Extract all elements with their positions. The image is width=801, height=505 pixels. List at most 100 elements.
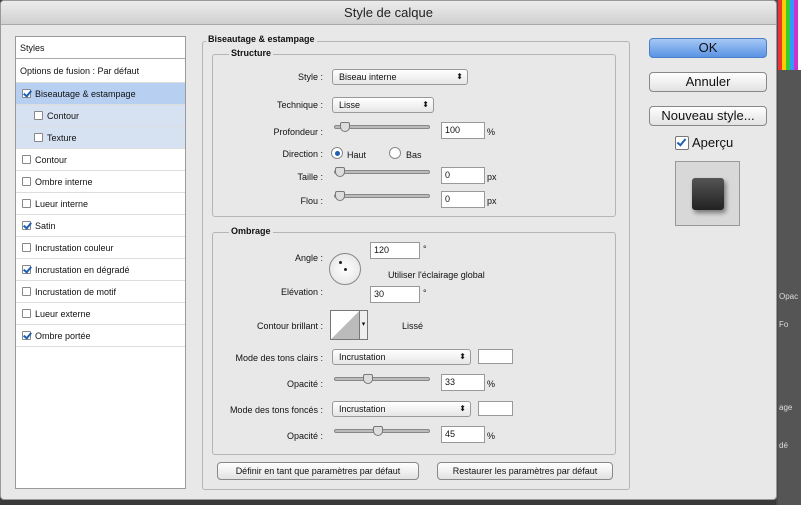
- depth-slider[interactable]: [334, 122, 430, 132]
- style-item-label: Biseautage & estampage: [35, 88, 136, 99]
- highlight-opacity-slider[interactable]: [334, 374, 430, 384]
- updown-icon: ⬍: [422, 100, 429, 109]
- slider-thumb[interactable]: [335, 167, 345, 177]
- updown-icon: ⬍: [456, 72, 463, 81]
- style-checkbox[interactable]: [34, 133, 43, 142]
- style-select[interactable]: Biseau interne ⬍: [332, 69, 468, 85]
- soften-unit: px: [487, 196, 497, 206]
- size-input[interactable]: 0: [441, 167, 485, 184]
- style-item[interactable]: Lueur externe: [16, 303, 185, 325]
- technique-select[interactable]: Lisse ⬍: [332, 97, 434, 113]
- style-item-label: Lueur externe: [35, 308, 91, 319]
- highlight-mode-label: Mode des tons clairs :: [235, 353, 323, 363]
- style-checkbox[interactable]: [22, 309, 31, 318]
- technique-label: Technique :: [276, 100, 323, 110]
- style-label: Style :: [297, 72, 323, 82]
- style-checkbox[interactable]: [22, 221, 31, 230]
- style-item[interactable]: Contour: [16, 105, 185, 127]
- direction-up-radio[interactable]: [331, 147, 343, 159]
- shading-group: [212, 232, 616, 455]
- angle-dial[interactable]: [329, 253, 361, 285]
- style-checkbox[interactable]: [22, 155, 31, 164]
- angle-unit: °: [423, 244, 427, 254]
- make-default-button[interactable]: Définir en tant que paramètres par défau…: [217, 462, 419, 480]
- style-item[interactable]: Satin: [16, 215, 185, 237]
- style-checkbox[interactable]: [22, 287, 31, 296]
- side-panel: [778, 70, 801, 505]
- side-label-fill: Fo: [779, 320, 789, 329]
- size-label: Taille :: [297, 172, 323, 182]
- style-item[interactable]: Incrustation en dégradé: [16, 259, 185, 281]
- highlight-opacity-label: Opacité :: [286, 379, 323, 389]
- style-item-label: Incrustation couleur: [35, 242, 114, 253]
- depth-unit: %: [487, 127, 496, 137]
- altitude-input[interactable]: 30: [370, 286, 420, 303]
- angle-label: Angle :: [294, 253, 323, 263]
- slider-thumb[interactable]: [372, 426, 383, 436]
- gloss-contour-label: Contour brillant :: [256, 321, 323, 331]
- soften-slider[interactable]: [334, 191, 430, 201]
- slider-thumb[interactable]: [362, 374, 373, 384]
- direction-label: Direction :: [282, 149, 323, 159]
- style-item-label: Texture: [47, 132, 77, 143]
- style-checkbox[interactable]: [22, 199, 31, 208]
- shadow-mode-select[interactable]: Incrustation ⬍: [332, 401, 471, 417]
- shadow-opacity-slider[interactable]: [334, 426, 430, 436]
- direction-down-label: Bas: [406, 150, 422, 160]
- style-checkbox[interactable]: [22, 265, 31, 274]
- preview-checkbox[interactable]: [675, 136, 689, 150]
- global-light-label: Utiliser l'éclairage global: [388, 270, 485, 280]
- angle-input[interactable]: 120: [370, 242, 420, 259]
- style-checkbox[interactable]: [22, 331, 31, 340]
- check-icon: [676, 136, 687, 147]
- shadow-color-swatch[interactable]: [478, 401, 513, 416]
- style-item[interactable]: Lueur interne: [16, 193, 185, 215]
- highlight-mode-select[interactable]: Incrustation ⬍: [332, 349, 471, 365]
- style-item[interactable]: Ombre portée: [16, 325, 185, 347]
- style-item[interactable]: Incrustation couleur: [16, 237, 185, 259]
- style-item-label: Lueur interne: [35, 198, 89, 209]
- style-checkbox[interactable]: [22, 243, 31, 252]
- shadow-opacity-input[interactable]: 45: [441, 426, 485, 443]
- soften-input[interactable]: 0: [441, 191, 485, 208]
- slider-thumb[interactable]: [335, 191, 345, 201]
- style-checkbox[interactable]: [22, 89, 31, 98]
- layer-style-dialog: Style de calque Styles Options de fusion…: [0, 0, 777, 500]
- style-checkbox[interactable]: [22, 177, 31, 186]
- styles-header[interactable]: Styles: [16, 37, 185, 59]
- style-checkbox[interactable]: [34, 111, 43, 120]
- gloss-contour-preview[interactable]: [330, 310, 360, 340]
- depth-label: Profondeur :: [273, 127, 323, 137]
- style-item[interactable]: Incrustation de motif: [16, 281, 185, 303]
- style-item[interactable]: Contour: [16, 149, 185, 171]
- highlight-color-swatch[interactable]: [478, 349, 513, 364]
- reset-default-button[interactable]: Restaurer les paramètres par défaut: [437, 462, 613, 480]
- highlight-opacity-input[interactable]: 33: [441, 374, 485, 391]
- side-label-opacity: Opac: [779, 292, 799, 301]
- structure-title: Structure: [229, 48, 274, 58]
- depth-input[interactable]: 100: [441, 122, 485, 139]
- style-item[interactable]: Ombre interne: [16, 171, 185, 193]
- color-palette: [778, 0, 801, 70]
- styles-list: Styles Options de fusion : Par défaut Bi…: [15, 36, 186, 489]
- shadow-mode-label: Mode des tons foncés :: [229, 405, 323, 415]
- updown-icon: ⬍: [459, 404, 466, 413]
- direction-down-radio[interactable]: [389, 147, 401, 159]
- slider-thumb[interactable]: [340, 122, 351, 132]
- cancel-button[interactable]: Annuler: [649, 72, 767, 92]
- size-slider[interactable]: [334, 167, 430, 177]
- highlight-opacity-unit: %: [487, 379, 496, 389]
- side-label-age: age: [779, 403, 793, 412]
- preview-swatch: [692, 178, 724, 210]
- new-style-button[interactable]: Nouveau style...: [649, 106, 767, 126]
- updown-icon: ⬍: [459, 352, 466, 361]
- style-item-label: Satin: [35, 220, 56, 231]
- style-item-label: Incrustation en dégradé: [35, 264, 130, 275]
- style-item[interactable]: Texture: [16, 127, 185, 149]
- ok-button[interactable]: OK: [649, 38, 767, 58]
- style-item[interactable]: Biseautage & estampage: [16, 83, 185, 105]
- chevron-down-icon[interactable]: ▾: [360, 310, 368, 340]
- blending-options[interactable]: Options de fusion : Par défaut: [16, 59, 185, 83]
- size-unit: px: [487, 172, 497, 182]
- style-item-label: Contour: [35, 154, 68, 165]
